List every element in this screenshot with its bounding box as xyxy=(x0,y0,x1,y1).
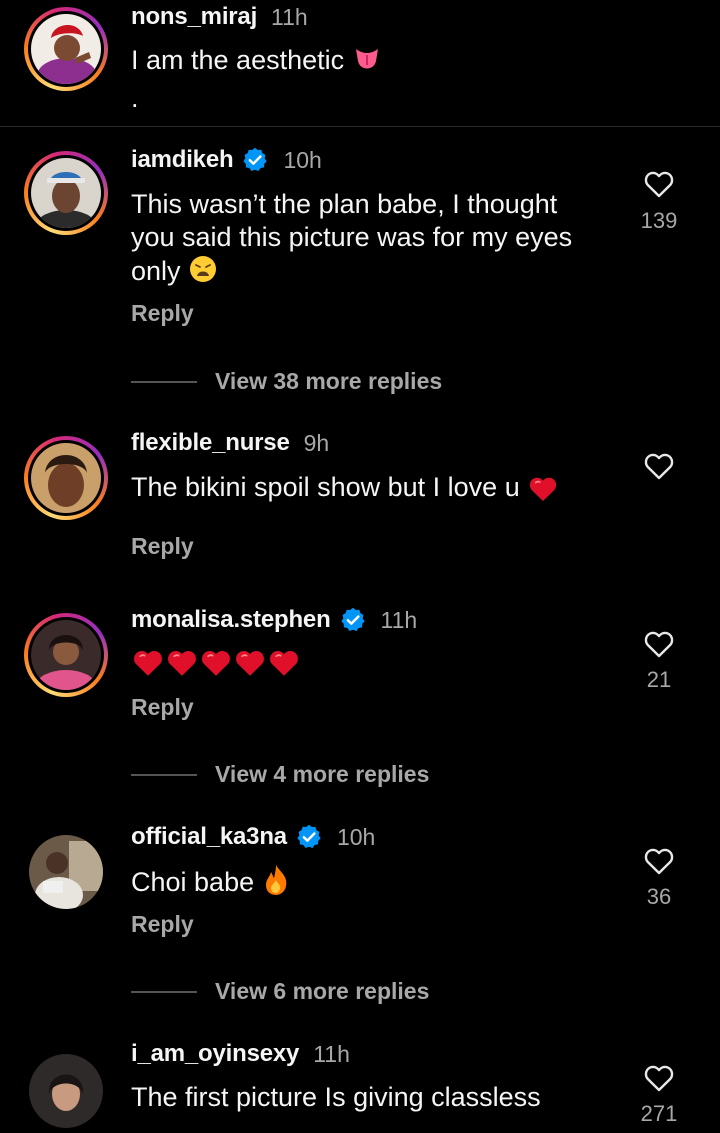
avatar[interactable] xyxy=(24,151,108,235)
verified-badge-icon xyxy=(339,606,367,634)
like-button[interactable] xyxy=(638,627,680,661)
like-button[interactable] xyxy=(638,844,680,878)
avatar[interactable] xyxy=(24,7,108,91)
red-heart-emoji xyxy=(267,646,301,680)
tongue-emoji xyxy=(352,43,382,81)
heart-outline-icon xyxy=(642,1061,676,1095)
comment-text: The bikini spoil show but I love u xyxy=(131,471,611,505)
red-heart-emoji xyxy=(199,646,233,680)
red-heart-emoji xyxy=(131,646,165,680)
view-replies-button[interactable]: View 4 more replies xyxy=(131,761,429,788)
verified-badge-icon xyxy=(241,146,269,174)
comment-timestamp: 10h xyxy=(336,823,376,850)
avatar[interactable] xyxy=(24,436,108,520)
comment-timestamp: 11h xyxy=(313,1040,350,1067)
avatar[interactable] xyxy=(24,830,108,914)
comment-text: I am the aesthetic xyxy=(131,43,611,81)
red-heart-emoji xyxy=(527,473,559,505)
weary-face-emoji xyxy=(188,254,218,292)
reply-button[interactable]: Reply xyxy=(131,300,194,327)
avatar[interactable] xyxy=(24,1049,108,1133)
comment-text: Choi babe xyxy=(131,864,611,904)
comment-username[interactable]: i_am_oyinsexy xyxy=(131,1040,299,1068)
red-heart-emoji xyxy=(233,646,267,680)
red-heart-emoji xyxy=(165,646,199,680)
like-count: 271 xyxy=(640,1101,678,1126)
comment-timestamp: 11h xyxy=(271,3,308,30)
comment-timestamp: 11h xyxy=(380,606,418,633)
heart-outline-icon xyxy=(642,167,676,201)
comment-text xyxy=(131,645,611,681)
view-replies-button[interactable]: View 38 more replies xyxy=(131,368,442,395)
fire-emoji xyxy=(262,864,290,904)
comment-item: nons_miraj 11h I am the aesthetic . xyxy=(0,0,720,126)
like-count: 139 xyxy=(640,208,678,233)
comment-timestamp: 9h xyxy=(303,429,330,456)
comment-username[interactable]: nons_miraj xyxy=(131,3,257,31)
comment-username[interactable]: monalisa.stephen xyxy=(131,606,331,634)
comment-text: The first picture Is giving classless xyxy=(131,1082,541,1112)
reply-button[interactable]: Reply xyxy=(131,533,194,560)
reply-button[interactable]: Reply xyxy=(131,694,194,721)
like-button[interactable] xyxy=(638,449,680,483)
heart-outline-icon xyxy=(642,449,676,483)
verified-badge-icon xyxy=(295,823,323,851)
comment-text: This wasn’t the plan babe, I thought you… xyxy=(131,188,611,292)
view-replies-button[interactable]: View 6 more replies xyxy=(131,978,429,1005)
avatar[interactable] xyxy=(24,613,108,697)
like-count: 36 xyxy=(646,884,672,909)
like-count: 21 xyxy=(646,667,672,692)
comment-text-extra: . xyxy=(131,83,139,113)
comment-username[interactable]: official_ka3na xyxy=(131,823,287,851)
divider xyxy=(0,126,720,127)
reply-button[interactable]: Reply xyxy=(131,911,194,938)
heart-outline-icon xyxy=(642,627,676,661)
comment-timestamp: 10h xyxy=(283,146,322,173)
comment-username[interactable]: iamdikeh xyxy=(131,146,234,174)
heart-outline-icon xyxy=(642,844,676,878)
comment-username[interactable]: flexible_nurse xyxy=(131,429,290,457)
like-button[interactable] xyxy=(638,1061,680,1095)
like-button[interactable] xyxy=(638,167,680,201)
